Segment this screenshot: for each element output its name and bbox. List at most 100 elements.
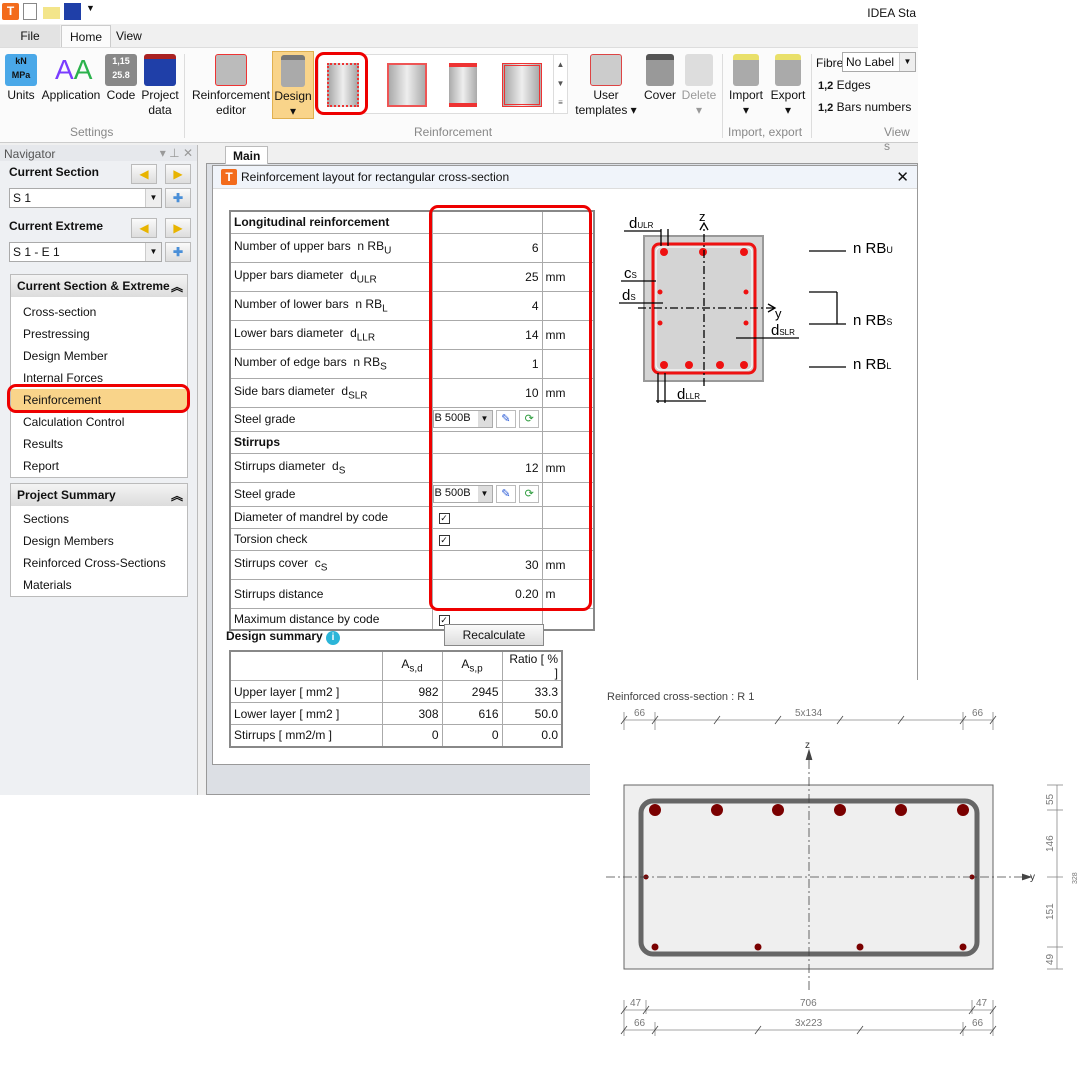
- collapse-icon[interactable]: ︽: [171, 278, 183, 295]
- upper-bar: [649, 804, 661, 816]
- template-rect-double[interactable]: [387, 63, 427, 107]
- app-logo-icon: T: [221, 169, 237, 185]
- edges-toggle[interactable]: 1,2 Edges: [818, 78, 871, 92]
- nav-item-sections[interactable]: Sections: [11, 508, 187, 530]
- panel-header[interactable]: Project Summary ︽: [11, 484, 187, 506]
- nav-item-calculation-control[interactable]: Calculation Control: [11, 411, 187, 433]
- nav-item-results[interactable]: Results: [11, 433, 187, 455]
- table-row: Upper layer [ mm2 ] 982 2945 33.3: [229, 680, 563, 703]
- group-label-reinforcement: Reinforcement: [414, 125, 493, 139]
- project-summary-panel: Project Summary ︽ Sections Design Members…: [10, 483, 188, 597]
- nav-item-materials[interactable]: Materials: [11, 574, 187, 596]
- lower-bar: [959, 943, 967, 951]
- nav-item-design-members[interactable]: Design Members: [11, 530, 187, 552]
- export-button[interactable]: Export ▾: [768, 54, 808, 118]
- tab-file[interactable]: File: [0, 25, 60, 47]
- project-data-button[interactable]: Project data: [138, 54, 182, 118]
- project-data-icon: [144, 54, 176, 86]
- nav-item-cross-section[interactable]: Cross-section: [11, 301, 187, 323]
- current-extreme-label: Current Extreme: [9, 219, 104, 233]
- dim-label: 706: [800, 998, 817, 1009]
- collapse-icon[interactable]: ︽: [171, 487, 183, 504]
- dialog-title: Reinforcement layout for rectangular cro…: [241, 170, 510, 184]
- reinforced-cross-section-drawing: Reinforced cross-section : R 1 66 5x134 …: [590, 680, 1080, 1040]
- next-extreme-button[interactable]: ▶: [165, 218, 191, 238]
- nav-item-report[interactable]: Report: [11, 455, 187, 477]
- application-button[interactable]: AA Application: [40, 54, 102, 103]
- bars-numbers-toggle[interactable]: 1,2 Bars numbers: [818, 100, 911, 114]
- delete-button[interactable]: Delete ▾: [680, 54, 718, 118]
- tab-main[interactable]: Main: [225, 146, 269, 164]
- nav-item-reinforced-cross-sections[interactable]: Reinforced Cross-Sections: [11, 552, 187, 574]
- lower-bar: [651, 943, 659, 951]
- fibre-label-dropdown[interactable]: No Label ▼: [842, 52, 916, 72]
- previous-section-button[interactable]: ◀: [131, 164, 157, 184]
- nav-item-prestressing[interactable]: Prestressing: [11, 323, 187, 345]
- c-s-label: cS: [624, 265, 637, 282]
- save-icon[interactable]: [64, 3, 81, 20]
- pin-close-icons[interactable]: ▾ ⊥ ✕: [160, 146, 193, 160]
- previous-extreme-button[interactable]: ◀: [131, 218, 157, 238]
- next-section-button[interactable]: ▶: [165, 164, 191, 184]
- cover-button[interactable]: Cover: [642, 54, 678, 103]
- window-title: IDEA Sta: [867, 6, 916, 20]
- user-templates-button[interactable]: User templates ▾: [574, 54, 638, 118]
- app-logo-icon: T: [2, 3, 19, 20]
- highlight-reinforcement-item: [7, 384, 190, 413]
- group-label-view: View s: [884, 125, 910, 153]
- dialog-title-bar: T Reinforcement layout for rectangular c…: [213, 166, 917, 189]
- nav-item-design-member[interactable]: Design Member: [11, 345, 187, 367]
- close-icon[interactable]: ✕: [896, 168, 909, 186]
- application-window: T ▼ IDEA Sta File Home View kN MPa Units A…: [0, 0, 918, 795]
- rbu-label: n RBU: [853, 240, 893, 257]
- import-icon: [733, 54, 759, 86]
- dim-label: 47: [630, 998, 642, 1009]
- qat-dropdown-icon[interactable]: ▼: [86, 3, 95, 13]
- section-scheme-diagram: z y dULR cS dS dSLR dLLR n RBU n RBS n R…: [619, 209, 893, 403]
- panel-header[interactable]: Current Section & Extreme ︽: [11, 275, 187, 297]
- z-axis-label: z: [805, 740, 810, 751]
- open-folder-icon[interactable]: [43, 7, 60, 19]
- dim-label: 3x223: [795, 1018, 823, 1029]
- d-ulr-label: dULR: [629, 215, 654, 232]
- group-label-import-export: Import, export: [728, 125, 803, 139]
- lower-bar: [856, 943, 864, 951]
- d-llr-label: dLLR: [677, 386, 700, 403]
- template-rect-full[interactable]: [502, 63, 542, 107]
- design-summary-title: Design summary i: [226, 629, 341, 645]
- units-button[interactable]: kN MPa Units: [4, 54, 38, 103]
- upper-bar: [895, 804, 907, 816]
- y-axis-label: y: [1030, 872, 1035, 883]
- add-section-button[interactable]: ✚: [165, 188, 191, 208]
- chevron-down-icon: ▼: [145, 189, 161, 207]
- current-section-select[interactable]: S 1 ▼: [9, 188, 162, 208]
- group-label-settings: Settings: [70, 125, 114, 139]
- upper-bar: [711, 804, 723, 816]
- gallery-scroll[interactable]: ▲ ▼ ≡: [553, 55, 567, 113]
- section-stirrups: Stirrups: [229, 430, 433, 454]
- dim-label: 151: [1045, 903, 1056, 920]
- table-row: Lower layer [ mm2 ] 308 616 50.0: [229, 702, 563, 725]
- tab-view[interactable]: View: [108, 25, 150, 47]
- navigator-panel: Navigator ▾ ⊥ ✕ Current Section ◀ ▶ S 1 ▼ …: [0, 145, 198, 795]
- design-button[interactable]: Design ▾: [272, 51, 314, 119]
- dim-label: 66: [972, 708, 984, 719]
- code-button[interactable]: 1,15 25.8 Code: [104, 54, 138, 103]
- current-extreme-select[interactable]: S 1 - E 1 ▼: [9, 242, 162, 262]
- y-axis-label: y: [775, 306, 782, 321]
- units-icon: kN MPa: [5, 54, 37, 86]
- add-extreme-button[interactable]: ✚: [165, 242, 191, 262]
- dim-label: 66: [634, 708, 646, 719]
- section-longitudinal: Longitudinal reinforcement: [229, 210, 433, 234]
- numbering-icon: 1,2: [818, 80, 834, 92]
- recalculate-button[interactable]: Recalculate: [444, 624, 544, 646]
- new-file-icon[interactable]: [23, 3, 37, 20]
- info-icon[interactable]: i: [326, 631, 341, 645]
- dim-label: 47: [976, 998, 988, 1009]
- template-rect-top-bottom[interactable]: [449, 63, 477, 107]
- tab-home[interactable]: Home: [61, 25, 112, 47]
- reinforcement-editor-button[interactable]: Reinforcement editor: [190, 54, 272, 118]
- current-section-panel: Current Section & Extreme ︽ Cross-section…: [10, 274, 188, 478]
- import-button[interactable]: Import ▾: [726, 54, 766, 118]
- dim-label: 55: [1045, 793, 1056, 805]
